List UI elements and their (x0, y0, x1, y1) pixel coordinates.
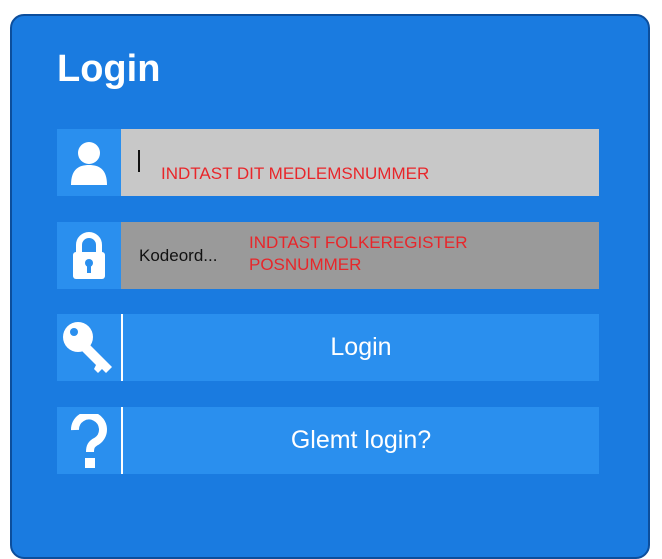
lock-icon (57, 222, 121, 289)
forgot-row: Glemt login? (57, 407, 599, 474)
password-field[interactable]: Kodeord... INDTAST FOLKEREGISTER POSNUMM… (121, 222, 599, 289)
username-row: INDTAST DIT MEDLEMSNUMMER (57, 129, 599, 196)
password-row: Kodeord... INDTAST FOLKEREGISTER POSNUMM… (57, 222, 599, 289)
question-icon (57, 407, 121, 474)
key-icon (57, 314, 121, 381)
username-field[interactable]: INDTAST DIT MEDLEMSNUMMER (121, 129, 599, 196)
user-icon (57, 129, 121, 196)
text-caret (138, 150, 140, 172)
forgot-login-button[interactable]: Glemt login? (121, 407, 599, 474)
login-button[interactable]: Login (121, 314, 599, 381)
page-title: Login (57, 48, 161, 90)
username-input[interactable] (121, 129, 599, 196)
login-row: Login (57, 314, 599, 381)
password-input[interactable] (121, 222, 599, 289)
